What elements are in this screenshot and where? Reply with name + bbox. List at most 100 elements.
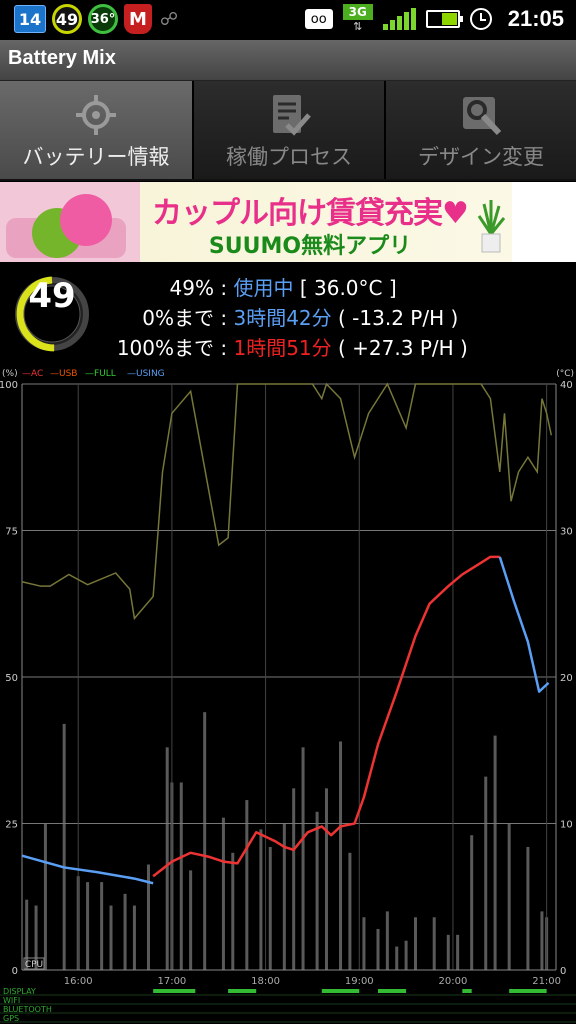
cpu-bar [100,882,104,970]
ad-subtitle: SUUMO無料アプリ [208,234,412,259]
y-tick-left: 75 [5,527,18,538]
time-to-empty-value: 3時間42分 [233,306,332,330]
cpu-bar [109,905,113,970]
signal-icon [382,8,416,30]
battery-level-number: 49 [28,276,76,316]
cpu-bar [470,835,474,970]
battery-state: 使用中 [233,276,294,300]
cpu-bar [259,829,263,970]
time-to-empty-line: 0%まで : 3時間42分 ( -13.2 P/H ) [102,302,458,331]
cpu-bar [179,782,183,970]
cpu-label: CPU [25,960,43,970]
plant-icon [477,200,506,253]
battery-icon [425,10,463,28]
ad-banner[interactable]: カップル向け賃貸充実♥ SUUMO無料アプリ [0,182,576,262]
cpu-bar [268,846,272,970]
battery-history-chart: 100 4075 3050 2025 100 016:00 17:00 18:00 19:00 2… [0,369,576,1023]
cpu-bar [339,741,343,970]
app-title: Battery Mix [8,47,116,69]
legend-item: —USB [50,369,77,379]
cpu-bar [385,911,389,970]
time-to-full-label: 100%まで [116,336,214,360]
state-band-label: WIFI [3,996,20,1005]
voicemail-icon: oo [304,9,333,29]
legend-item: —AC [22,369,43,379]
network-3g-icon: 3G ⇅ [342,4,373,34]
cpu-bar [301,747,305,970]
cpu-bar [62,723,66,970]
y-tick-right: 20 [560,673,573,684]
time-to-empty-label: 0%まで [142,306,214,330]
cpu-bar [413,917,417,970]
battery-mix-icon: 49 [52,4,82,34]
tab-label: バッテリー情報 [22,145,170,169]
y-tick-right: 40 [560,380,573,391]
x-tick: 21:00 [532,976,561,987]
cpu-bar [245,800,249,970]
battery-percent: 49% [169,276,214,300]
cpu-bar [432,917,436,970]
cpu-bar [540,911,544,970]
y-tick-left: 50 [5,673,18,684]
cpu-bar [324,788,328,970]
cpu-bar [446,934,450,970]
cpu-bar [348,852,352,970]
tab-running-processes[interactable]: 稼働プロセス [192,81,384,179]
state-band-label: DISPLAY [3,987,36,996]
y-tick-right: 30 [560,527,573,538]
separator: : [220,276,228,300]
y-tick-right: 10 [560,820,573,831]
battery-temp: [ 36.0°C ] [299,276,397,300]
state-band-label: BLUETOOTH [3,1005,52,1014]
ad-illustration [0,182,140,262]
display-on-segment [378,989,407,993]
status-bar: 14 49 36° M ☍ oo 3G ⇅ 21:05 [0,0,576,40]
x-tick: 18:00 [251,976,280,987]
alarm-icon [469,8,492,30]
temperature-icon: 36° [88,4,118,34]
charge-rate: ( +27.3 P/H ) [338,336,468,360]
clock: 21:05 [507,6,564,31]
battery-line-using [498,556,550,693]
tab-bar: バッテリー情報 稼働プロセス デザイン変更 [0,81,576,181]
cpu-bar [221,817,225,970]
cpu-bar [395,946,399,970]
legend-item: —USING [127,369,165,379]
battery-status-line: 49% : 使用中 [ 36.0°C ] [102,272,397,301]
display-on-segment [321,989,360,993]
network-label: 3G [342,4,373,20]
display-on-segment [228,989,257,993]
tab-label: デザイン変更 [418,145,544,169]
cpu-bar [493,735,497,970]
tab-design-change[interactable]: デザイン変更 [384,81,576,179]
battery-line-using [21,854,154,885]
ad-content[interactable]: カップル向け賃貸充実♥ SUUMO無料アプリ [0,182,512,262]
right-unit-label: (°C) [556,369,574,379]
ad-title: カップル向け賃貸充実♥ [152,196,469,231]
y-tick-left: 100 [0,380,18,391]
cpu-bar [189,870,193,970]
separator: : [220,306,228,330]
cpu-bar [292,788,296,970]
cpu-bar [165,747,169,970]
tab-battery-info[interactable]: バッテリー情報 [0,81,192,179]
display-on-segment [509,989,547,993]
cpu-bar [132,905,136,970]
cpu-bar [86,882,90,970]
wrench-icon [463,97,502,136]
calendar-icon: 14 [14,5,46,33]
cpu-bar [456,934,460,970]
cpu-bar [362,917,366,970]
cpu-bar [146,864,150,970]
x-tick: 20:00 [439,976,468,987]
cpu-bar [376,928,380,970]
checklist-icon [273,95,311,136]
time-to-full-value: 1時間51分 [233,336,332,360]
title-bar: Battery Mix [0,40,576,81]
target-icon [76,95,116,135]
x-tick: 19:00 [345,976,374,987]
y-tick-left: 25 [5,820,18,831]
mcafee-icon: M [124,4,152,34]
display-on-segment [153,989,196,993]
cpu-bar [507,823,511,970]
